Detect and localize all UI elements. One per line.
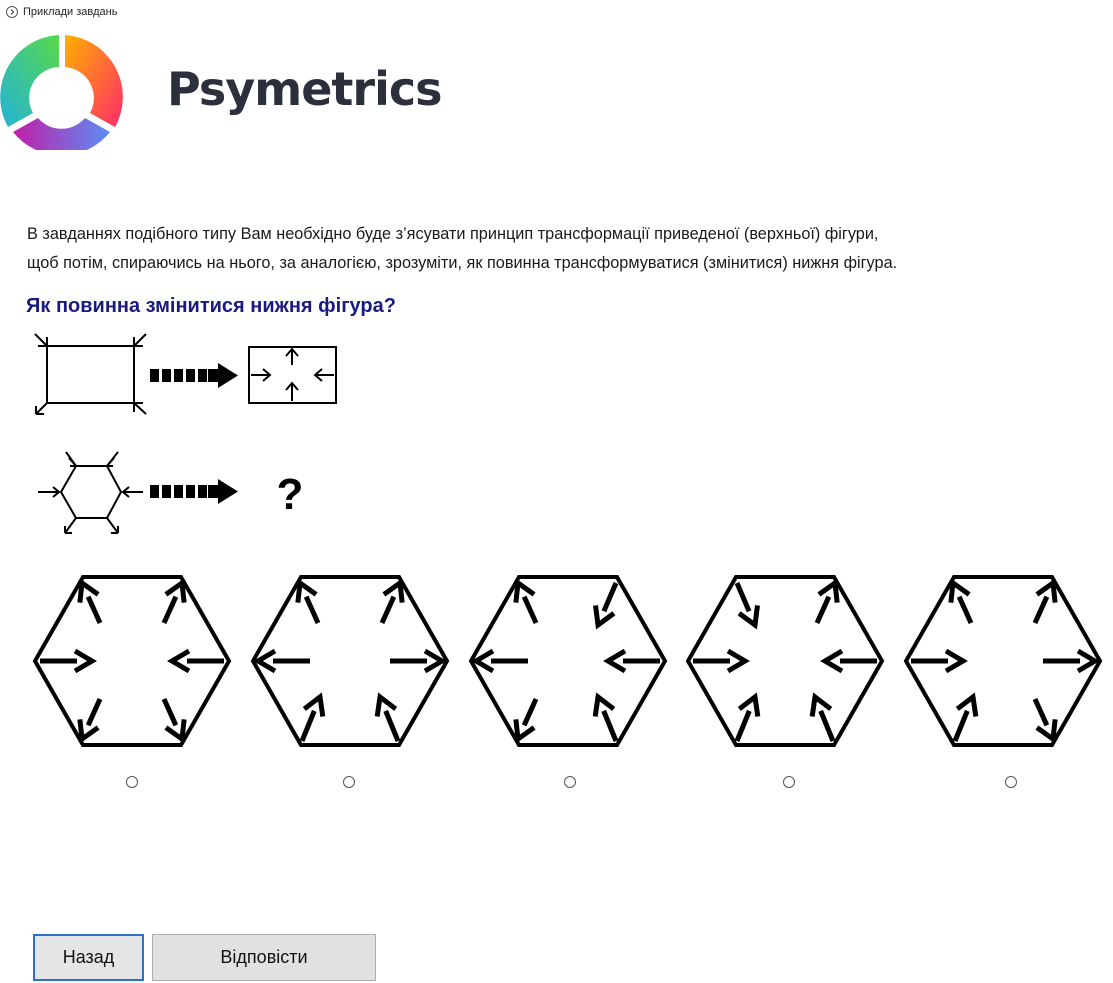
breadcrumb-label: Приклади завдань [23, 6, 118, 18]
option-radio-1[interactable] [126, 776, 138, 788]
arrow-icon [77, 578, 103, 625]
option-radio-3[interactable] [564, 776, 576, 788]
chevron-right-circle-icon [6, 6, 18, 18]
option-hexagon-3 [468, 575, 668, 747]
arrow-icon [167, 648, 224, 674]
arrow-icon [471, 648, 528, 674]
example-hexagon [38, 451, 143, 534]
arrow-icon [161, 697, 187, 744]
arrow-icon [390, 648, 447, 674]
arrow-icon [513, 697, 539, 744]
answer-options [32, 575, 1103, 747]
arrow-icon [734, 692, 761, 742]
option-radio-4[interactable] [783, 776, 795, 788]
example-figures: ? [34, 333, 337, 534]
breadcrumb-link[interactable]: Приклади завдань [6, 6, 117, 18]
dashed-arrow-icon [150, 479, 238, 504]
arrow-icon [374, 692, 401, 742]
option-radio-5[interactable] [1005, 776, 1017, 788]
arrow-icon [734, 582, 760, 630]
answer-button[interactable]: Відповісти [152, 934, 376, 981]
question-title: Як повинна змінитися нижня фігура? [26, 295, 396, 317]
arrow-icon [603, 648, 660, 674]
arrow-icon [295, 578, 321, 625]
dashed-arrow-icon [150, 363, 238, 388]
arrow-icon [911, 648, 968, 674]
option-hexagon-2 [250, 575, 450, 747]
arrow-icon [299, 692, 326, 742]
instructions-line-1: В завданнях подібного типу Вам необхідно… [27, 225, 879, 243]
arrow-icon [379, 578, 405, 625]
transformed-rectangle [248, 346, 337, 404]
arrow-icon [1032, 697, 1058, 744]
option-radio-2[interactable] [343, 776, 355, 788]
instructions: В завданнях подібного типу Вам необхідно… [27, 220, 1087, 278]
arrow-icon [809, 692, 836, 742]
arrow-icon [593, 582, 619, 630]
logo-icon [0, 35, 123, 150]
unknown-mark: ? [277, 470, 304, 519]
arrow-icon [693, 648, 750, 674]
arrow-icon [820, 648, 877, 674]
arrow-icon [161, 578, 187, 625]
back-button[interactable]: Назад [33, 934, 144, 981]
brand-title: Psymetrics [167, 62, 442, 116]
arrow-icon [1032, 578, 1058, 625]
instructions-line-2: щоб потім, спираючись на нього, за анало… [27, 254, 898, 272]
arrow-icon [253, 648, 310, 674]
option-hexagon-5 [903, 575, 1103, 747]
arrow-icon [1043, 648, 1100, 674]
option-hexagon-4 [685, 575, 885, 747]
option-hexagon-1 [32, 575, 232, 747]
arrow-icon [77, 697, 103, 744]
arrow-icon [814, 578, 840, 625]
arrow-icon [40, 648, 97, 674]
arrow-icon [592, 692, 619, 742]
example-rectangle [34, 333, 147, 415]
arrow-icon [513, 578, 539, 625]
arrow-icon [948, 578, 974, 625]
arrow-icon [952, 692, 979, 742]
